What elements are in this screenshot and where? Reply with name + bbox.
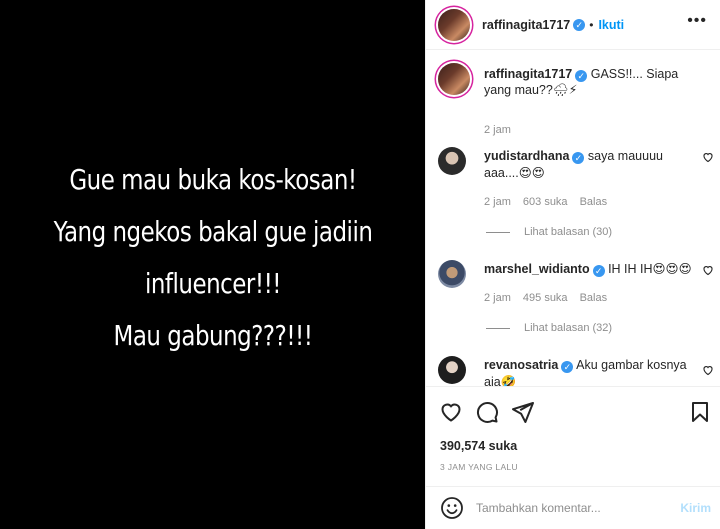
separator-dot: • (589, 17, 594, 32)
image-text-line: influencer!!! (144, 266, 281, 300)
post-caption: raffinagita1717 ✓ GASS!!... Siapa yang ma… (438, 63, 708, 136)
comment-item: revanosatria ✓ Aku gambar kosnya aja🤣 (438, 356, 718, 386)
caption-time: 2 jam (484, 124, 511, 136)
comment-username[interactable]: revanosatria (484, 358, 558, 372)
avatar[interactable] (438, 260, 466, 288)
verified-badge-icon: ✓ (572, 152, 585, 164)
comment-likes[interactable]: 495 suka (523, 292, 568, 304)
verified-badge-icon: ✓ (592, 265, 605, 277)
avatar[interactable] (438, 147, 466, 175)
comment-username[interactable]: marshel_widianto (484, 262, 590, 276)
header-username[interactable]: raffinagita1717 (482, 18, 570, 32)
view-replies-button[interactable]: Lihat balasan (32) (486, 322, 718, 334)
avatar[interactable] (438, 63, 470, 95)
verified-badge-icon: ✓ (573, 18, 586, 31)
more-options-icon[interactable]: ••• (687, 13, 707, 29)
comments-list[interactable]: raffinagita1717 ✓ GASS!!... Siapa yang ma… (426, 51, 720, 386)
comment-item: marshel_widianto ✓ IH IH IH😍😍😍 2 jam 495 … (438, 260, 718, 334)
caption-username[interactable]: raffinagita1717 (484, 67, 572, 81)
image-text-line: Mau gabung???!!! (113, 318, 312, 352)
comment-time: 2 jam (484, 196, 511, 208)
comment-username[interactable]: yudistardhana (484, 149, 569, 163)
post-sidebar: raffinagita1717 ✓ • Ikuti ••• raffinagit… (425, 0, 720, 529)
comment-icon[interactable] (475, 400, 499, 424)
likes-count[interactable]: 390,574 suka (440, 439, 517, 453)
comment-input[interactable] (476, 501, 681, 515)
verified-badge-icon: ✓ (575, 70, 588, 82)
post-header: raffinagita1717 ✓ • Ikuti ••• (426, 0, 720, 50)
post-timestamp: 3 JAM YANG LALU (440, 462, 518, 472)
replies-divider (486, 231, 510, 233)
image-text-line: Gue mau buka kos-kosan! (68, 162, 357, 196)
avatar[interactable] (438, 356, 466, 384)
comment-composer: Kirim (426, 486, 720, 529)
comment-item: yudistardhana ✓ saya mauuuu aaa....😍😍 2 j… (438, 147, 718, 238)
bookmark-icon[interactable] (688, 400, 712, 424)
post-actions: 390,574 suka 3 JAM YANG LALU (426, 386, 720, 486)
post-comment-button[interactable]: Kirim (680, 501, 711, 515)
comment-likes[interactable]: 603 suka (523, 196, 568, 208)
view-replies-label: Lihat balasan (30) (524, 226, 613, 238)
comment-text: IH IH IH😍😍😍 (608, 262, 692, 276)
verified-badge-icon: ✓ (561, 361, 574, 373)
reply-button[interactable]: Balas (580, 292, 608, 304)
reply-button[interactable]: Balas (580, 196, 608, 208)
replies-divider (486, 327, 510, 329)
follow-button[interactable]: Ikuti (598, 18, 624, 32)
avatar[interactable] (438, 8, 470, 41)
post-image-text: Gue mau buka kos-kosan! Yang ngekos baka… (49, 154, 377, 362)
heart-icon[interactable] (439, 400, 463, 424)
view-replies-button[interactable]: Lihat balasan (30) (486, 226, 718, 238)
post-media[interactable]: Gue mau buka kos-kosan! Yang ngekos baka… (0, 0, 425, 529)
comment-like-heart-icon[interactable] (702, 364, 714, 376)
smiley-icon[interactable] (440, 496, 464, 520)
view-replies-label: Lihat balasan (32) (524, 322, 613, 334)
image-text-line: Yang ngekos bakal gue jadiin (53, 214, 372, 248)
comment-like-heart-icon[interactable] (702, 151, 714, 163)
comment-time: 2 jam (484, 292, 511, 304)
comment-like-heart-icon[interactable] (702, 264, 714, 276)
paper-plane-icon[interactable] (511, 400, 535, 424)
